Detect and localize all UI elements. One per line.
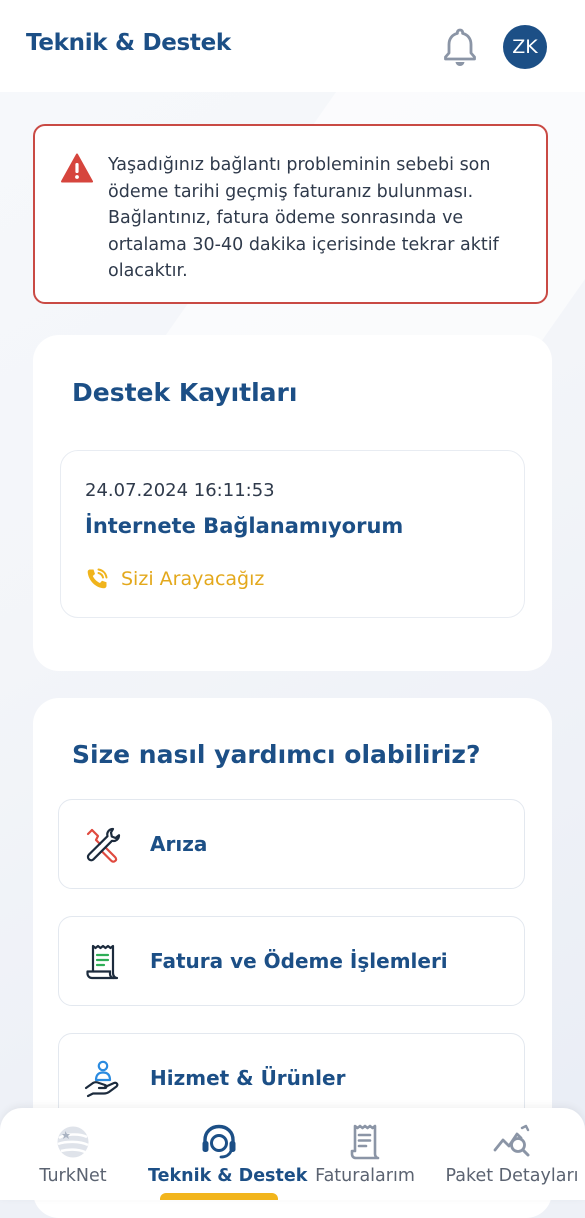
record-subject: İnternete Bağlanamıyorum — [85, 514, 404, 538]
avatar[interactable]: ZK — [503, 25, 547, 69]
notification-bell-icon[interactable] — [440, 26, 480, 68]
tab-turknet[interactable]: TurkNet — [18, 1108, 128, 1200]
payment-warning-alert: Yaşadığınız bağlantı probleminin sebebi … — [33, 124, 548, 304]
invoice-icon — [345, 1122, 385, 1162]
receipt-icon — [84, 943, 122, 981]
phone-callback-icon — [85, 567, 109, 591]
bottom-tab-bar: TurkNet Teknik & Destek Faturalarım Pake… — [0, 1108, 585, 1200]
help-item-label: Hizmet & Ürünler — [150, 1066, 346, 1090]
app-header: Teknik & Destek ZK — [0, 0, 585, 92]
record-status-label: Sizi Arayacağız — [121, 568, 265, 590]
help-item-ariza[interactable]: Arıza — [58, 799, 525, 889]
help-item-fatura[interactable]: Fatura ve Ödeme İşlemleri — [58, 916, 525, 1006]
record-date: 24.07.2024 16:11:53 — [85, 480, 275, 501]
tab-label: Faturalarım — [315, 1166, 415, 1186]
page-title: Teknik & Destek — [26, 30, 231, 56]
warning-icon — [61, 153, 93, 183]
headset-icon — [199, 1122, 239, 1162]
hand-person-icon — [84, 1060, 122, 1098]
support-record-item[interactable]: 24.07.2024 16:11:53 İnternete Bağlanamıy… — [60, 450, 525, 618]
tab-label: Paket Detayları — [445, 1166, 579, 1186]
tab-label: Teknik & Destek — [148, 1166, 308, 1186]
tab-label: TurkNet — [39, 1166, 107, 1186]
active-tab-indicator — [160, 1193, 278, 1200]
help-title: Size nasıl yardımcı olabiliriz? — [72, 740, 481, 769]
help-item-label: Fatura ve Ödeme İşlemleri — [150, 949, 448, 973]
tab-paket-detaylari[interactable]: Paket Detayları — [442, 1108, 582, 1200]
tab-faturalarim[interactable]: Faturalarım — [305, 1108, 425, 1200]
support-records-card: Destek Kayıtları 24.07.2024 16:11:53 İnt… — [33, 335, 552, 671]
tab-teknik-destek[interactable]: Teknik & Destek — [148, 1108, 308, 1200]
alert-message: Yaşadığınız bağlantı probleminin sebebi … — [108, 155, 499, 281]
support-records-title: Destek Kayıtları — [72, 378, 298, 407]
turknet-logo-icon — [53, 1122, 93, 1162]
help-item-label: Arıza — [150, 832, 208, 856]
tools-icon — [84, 826, 122, 864]
chart-search-icon — [492, 1122, 532, 1162]
